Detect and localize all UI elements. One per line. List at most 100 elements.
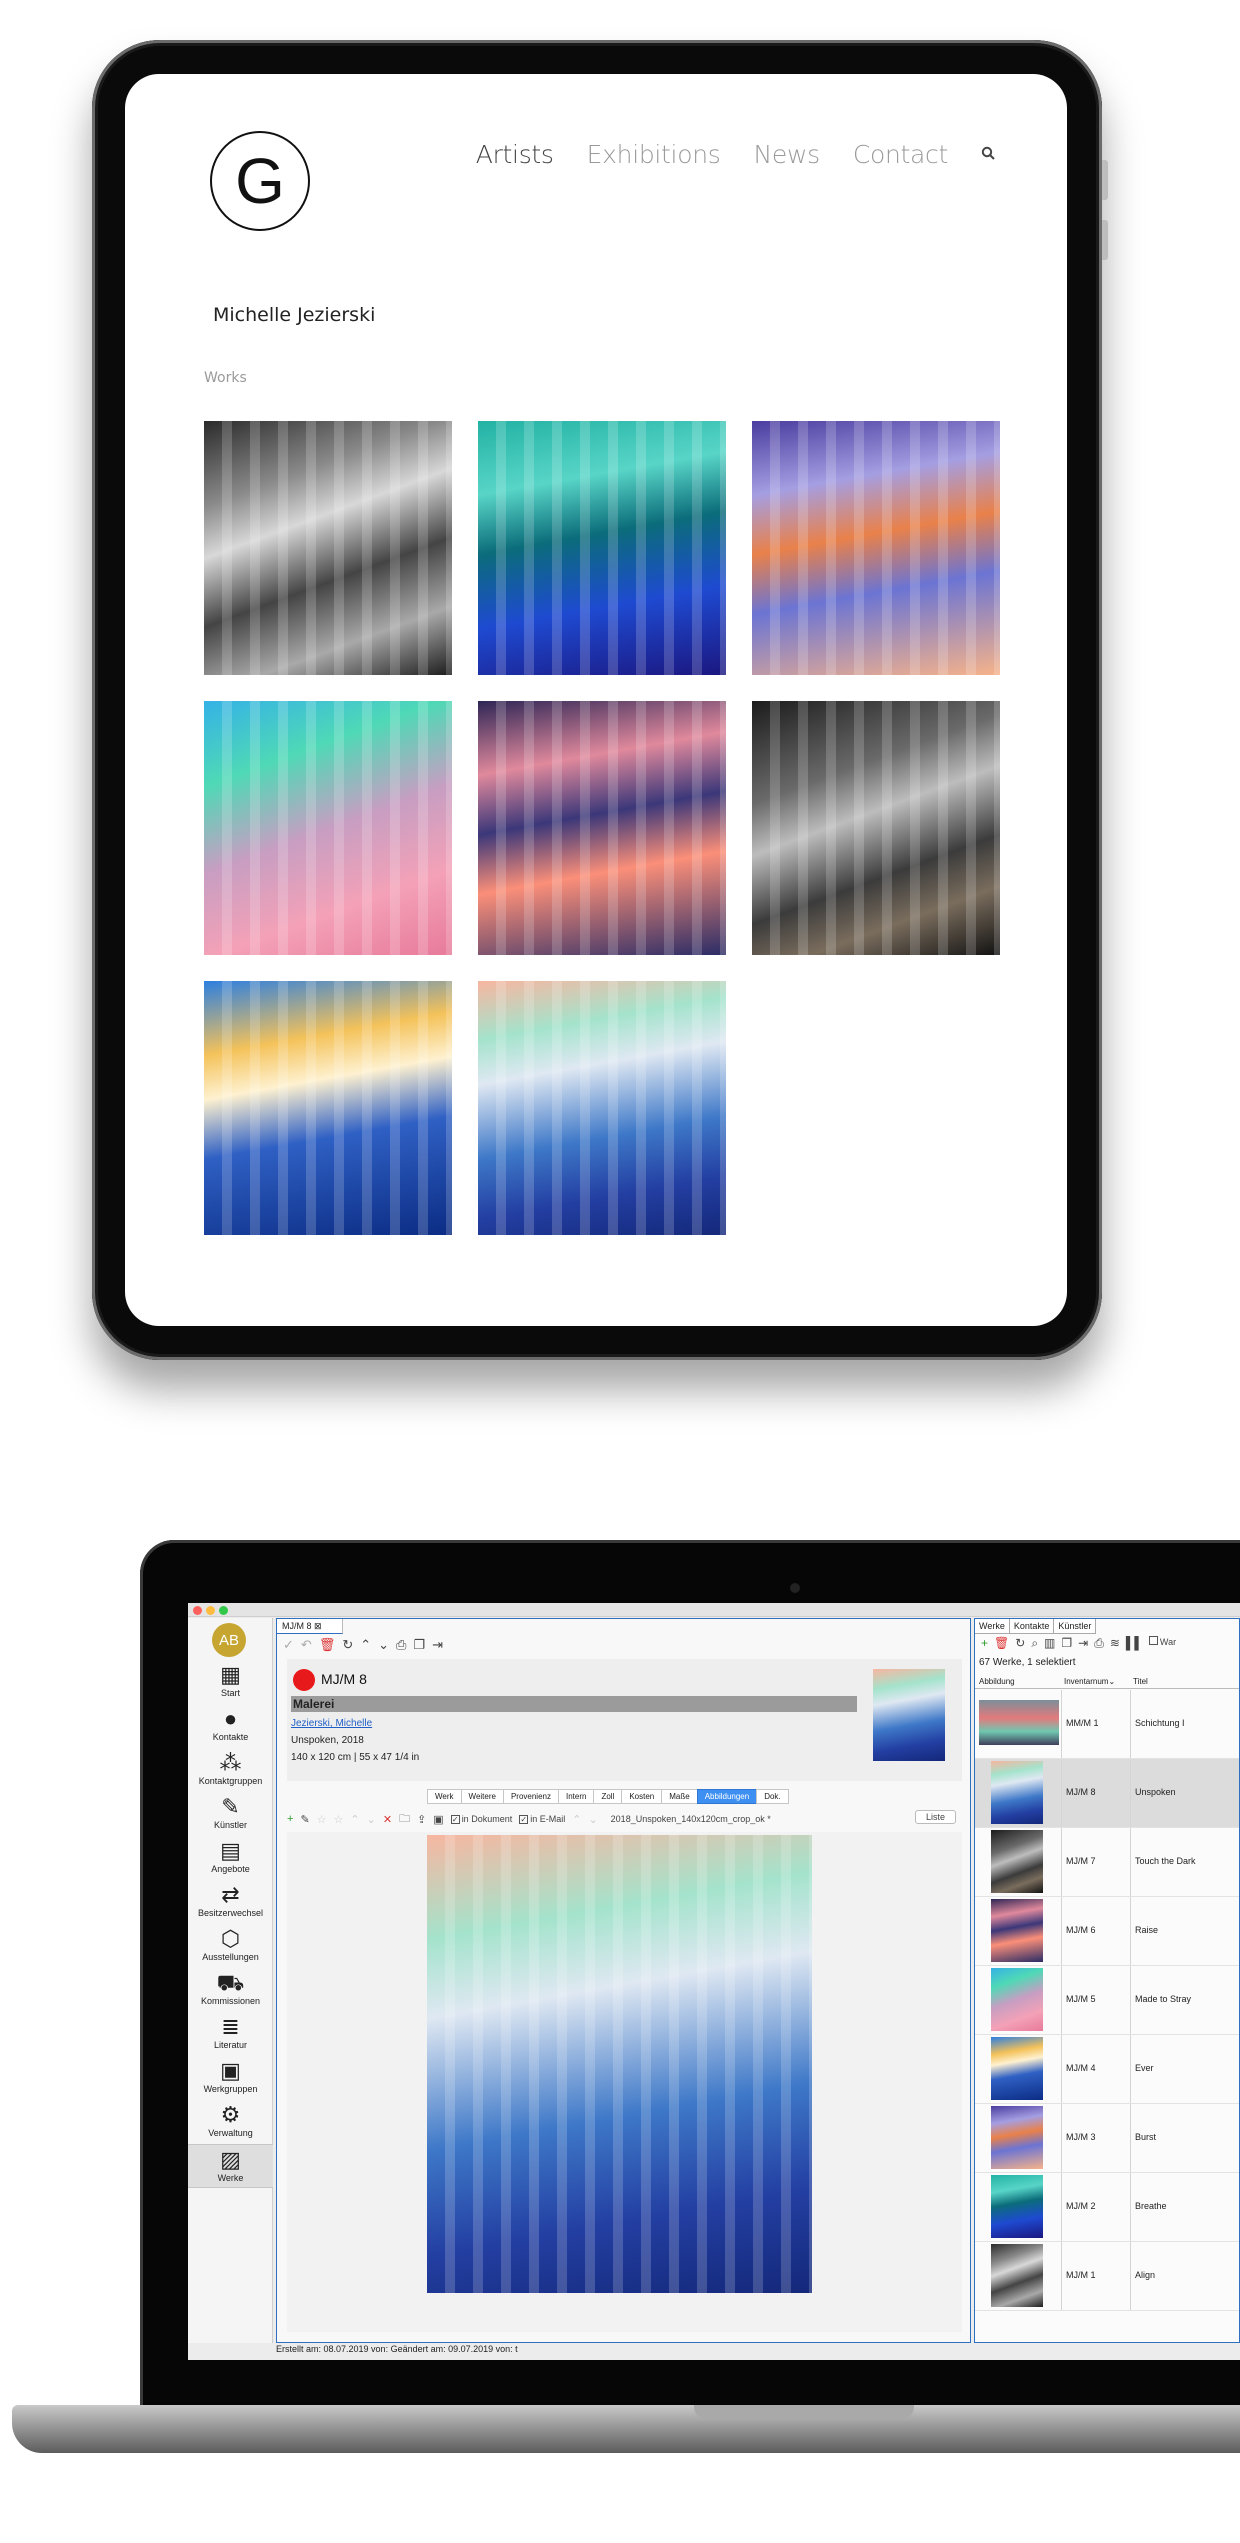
- chevron-down-icon[interactable]: ⌄: [367, 1813, 376, 1826]
- tab-intern[interactable]: Intern: [557, 1789, 595, 1804]
- copy-icon[interactable]: ❐: [413, 1637, 425, 1653]
- table-row[interactable]: MJ/M 4 Ever: [975, 2035, 1239, 2104]
- artwork-thumbnail[interactable]: [752, 701, 1000, 955]
- refresh-icon[interactable]: ↻: [342, 1637, 353, 1653]
- add-icon[interactable]: +: [287, 1813, 293, 1825]
- artwork-thumbnail[interactable]: [752, 421, 1000, 675]
- zoom-window-button[interactable]: [219, 1606, 228, 1615]
- artwork-thumbnail[interactable]: [478, 701, 726, 955]
- sidebar-item-angebote[interactable]: ▤ Angebote: [188, 1836, 273, 1880]
- row-title: Unspoken: [1135, 1787, 1176, 1797]
- sidebar-item-kontakte[interactable]: ● Kontakte: [188, 1704, 273, 1748]
- gallery-logo[interactable]: G: [210, 131, 310, 231]
- table-row[interactable]: MJ/M 1 Align: [975, 2242, 1239, 2311]
- stack-icon[interactable]: ≋: [1110, 1636, 1120, 1651]
- artwork-thumbnail[interactable]: [204, 981, 452, 1235]
- refresh-icon[interactable]: ↻: [1015, 1636, 1025, 1651]
- tab-masse[interactable]: Maße: [661, 1789, 698, 1804]
- star-icon[interactable]: ☆: [317, 1813, 327, 1826]
- table-row[interactable]: MJ/M 5 Made to Stray: [975, 1966, 1239, 2035]
- print-icon[interactable]: ⎙: [396, 1637, 406, 1653]
- folder-icon[interactable]: 🗀: [399, 1810, 410, 1829]
- search-icon[interactable]: ⌕: [1031, 1636, 1038, 1651]
- sidebar-item-kuenstler[interactable]: ✎ Künstler: [188, 1792, 273, 1836]
- nav-news[interactable]: News: [753, 140, 820, 169]
- sidebar-item-besitzerwechsel[interactable]: ⇄ Besitzerwechsel: [188, 1880, 273, 1924]
- sidebar-item-literatur[interactable]: ≣ Literatur: [188, 2012, 273, 2056]
- chevron-down-icon[interactable]: ⌄: [588, 1813, 597, 1826]
- artwork-thumbnail[interactable]: [204, 701, 452, 955]
- minimize-window-button[interactable]: [206, 1606, 215, 1615]
- tab-kuenstler[interactable]: Künstler: [1054, 1619, 1097, 1634]
- tab-kontakte[interactable]: Kontakte: [1009, 1619, 1055, 1634]
- tab-kosten[interactable]: Kosten: [621, 1789, 663, 1804]
- main-artwork-image[interactable]: [427, 1835, 812, 2293]
- table-row[interactable]: MM/M 1 Schichtung I: [975, 1690, 1239, 1759]
- nav-contact[interactable]: Contact: [853, 140, 948, 169]
- save-icon[interactable]: ✓: [283, 1637, 294, 1653]
- row-title: Ever: [1135, 2063, 1154, 2073]
- user-avatar[interactable]: AB: [212, 1623, 246, 1657]
- chevron-up-icon[interactable]: ⌃: [572, 1813, 581, 1826]
- tab-zoll[interactable]: Zoll: [593, 1789, 623, 1804]
- tab-werke[interactable]: Werke: [975, 1619, 1010, 1634]
- chevron-up-icon[interactable]: ⌃: [350, 1813, 359, 1826]
- artwork-thumbnail[interactable]: [478, 981, 726, 1235]
- nav-exhibitions[interactable]: Exhibitions: [587, 140, 721, 169]
- chevron-up-icon[interactable]: ⌃: [360, 1637, 371, 1653]
- chevron-down-icon[interactable]: ⌄: [378, 1637, 389, 1653]
- column-titel[interactable]: Titel: [1133, 1677, 1148, 1686]
- sidebar-item-start[interactable]: ▦ Start: [188, 1660, 273, 1704]
- in-dokument-checkbox[interactable]: ✓ in Dokument: [450, 1814, 512, 1824]
- search-icon[interactable]: [981, 145, 995, 165]
- liste-button[interactable]: Liste: [914, 1810, 956, 1824]
- tab-dok[interactable]: Dok.: [756, 1789, 789, 1804]
- column-inventarnummer[interactable]: Inventarnum⌄: [1064, 1677, 1115, 1686]
- tab-werk[interactable]: Werk: [427, 1789, 462, 1804]
- export-icon[interactable]: ⇥: [1078, 1636, 1088, 1651]
- table-row[interactable]: MJ/M 8 Unspoken: [975, 1759, 1239, 1828]
- sidebar-item-ausstellungen[interactable]: ⬡ Ausstellungen: [188, 1924, 273, 1968]
- nav-artists[interactable]: Artists: [476, 140, 554, 169]
- row-thumbnail: [991, 1968, 1043, 2031]
- table-row[interactable]: MJ/M 3 Burst: [975, 2104, 1239, 2173]
- copy-icon[interactable]: ❐: [1061, 1636, 1072, 1651]
- image-icon[interactable]: ▣: [433, 1813, 443, 1826]
- export-icon[interactable]: ⇥: [432, 1637, 443, 1653]
- table-row[interactable]: MJ/M 7 Touch the Dark: [975, 1828, 1239, 1897]
- delete-icon[interactable]: 🗑: [994, 1636, 1009, 1651]
- edit-icon[interactable]: ✎: [300, 1813, 309, 1826]
- star-icon[interactable]: ☆: [334, 1813, 344, 1826]
- category-field[interactable]: Malerei: [291, 1696, 857, 1712]
- status-dot[interactable]: [293, 1669, 315, 1691]
- columns-icon[interactable]: ▌▌: [1126, 1636, 1143, 1651]
- column-abbildung[interactable]: Abbildung: [979, 1677, 1015, 1686]
- sidebar-item-kontaktgruppen[interactable]: ⁂ Kontaktgruppen: [188, 1748, 273, 1792]
- print-icon[interactable]: ⎙: [1094, 1636, 1104, 1651]
- sidebar-item-werke[interactable]: ▨ Werke: [188, 2144, 273, 2188]
- images-icon: ▣: [220, 2058, 241, 2083]
- sidebar-item-werkgruppen[interactable]: ▣ Werkgruppen: [188, 2056, 273, 2100]
- artwork-thumbnail[interactable]: [478, 421, 726, 675]
- remove-icon[interactable]: ✕: [383, 1813, 392, 1826]
- delete-icon[interactable]: 🗑: [319, 1637, 336, 1653]
- tab-provenienz[interactable]: Provenienz: [502, 1789, 559, 1804]
- record-thumbnail[interactable]: [873, 1669, 945, 1761]
- artwork-thumbnail[interactable]: [204, 421, 452, 675]
- artist-link[interactable]: Jezierski, Michelle: [291, 1718, 372, 1729]
- share-icon[interactable]: ⇪: [417, 1813, 426, 1826]
- row-title: Raise: [1135, 1925, 1159, 1935]
- add-icon[interactable]: +: [981, 1636, 988, 1651]
- sidebar-item-kommissionen[interactable]: ⛟ Kommissionen: [188, 1968, 273, 2012]
- document-tab[interactable]: MJ/M 8 ⊠: [277, 1619, 343, 1634]
- filter-checkbox[interactable]: War: [1148, 1636, 1176, 1651]
- sidebar-item-verwaltung[interactable]: ⚙ Verwaltung: [188, 2100, 273, 2144]
- in-email-checkbox[interactable]: ✓ in E-Mail: [519, 1814, 565, 1824]
- tab-weitere[interactable]: Weitere: [460, 1789, 504, 1804]
- table-row[interactable]: MJ/M 2 Breathe: [975, 2173, 1239, 2242]
- close-window-button[interactable]: [193, 1606, 202, 1615]
- tab-abbildungen[interactable]: Abbildungen: [696, 1789, 758, 1804]
- undo-icon[interactable]: ↶: [301, 1637, 312, 1653]
- layout-icon[interactable]: ▥: [1044, 1636, 1055, 1651]
- table-row[interactable]: MJ/M 6 Raise: [975, 1897, 1239, 1966]
